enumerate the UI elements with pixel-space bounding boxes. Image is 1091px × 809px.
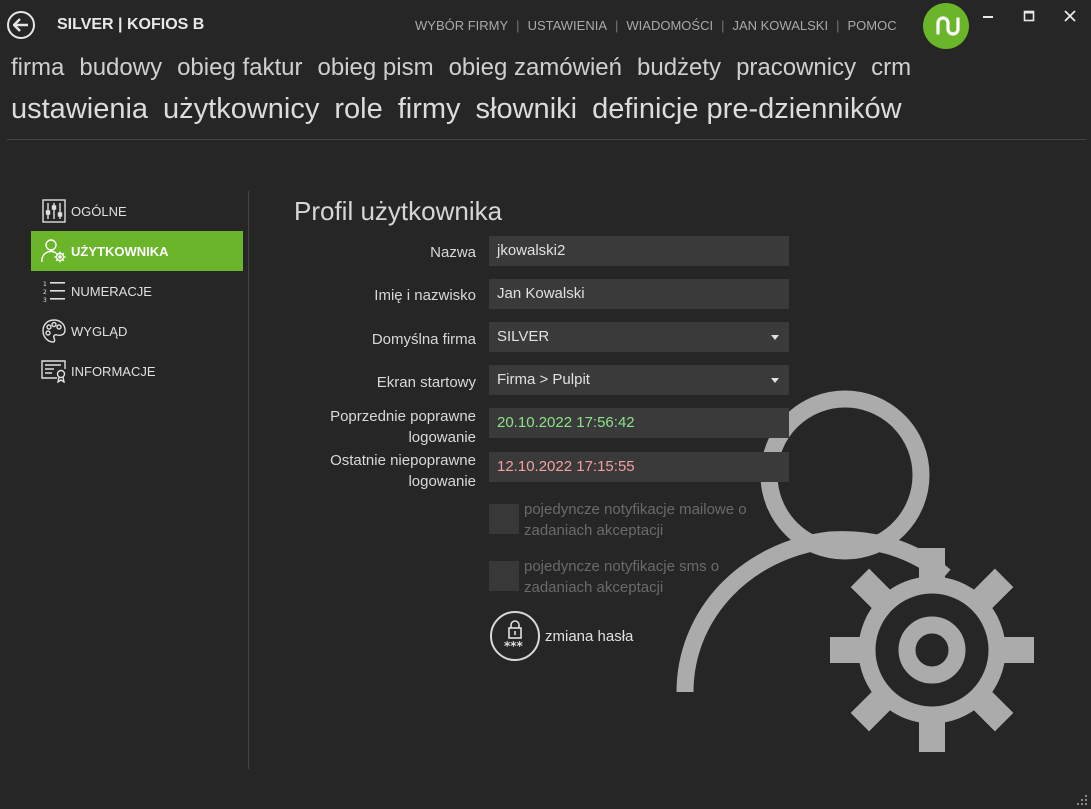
change-password-button[interactable]: ***: [490, 611, 540, 661]
app-title: SILVER | KOFIOS B: [57, 16, 205, 33]
menu-separator: |: [516, 18, 520, 33]
back-button[interactable]: [7, 11, 35, 39]
sidebar-item-informacje[interactable]: INFORMACJE: [31, 351, 243, 391]
default-company-select[interactable]: SILVER: [489, 322, 789, 352]
module-tabs: firma budowy obieg faktur obieg pism obi…: [11, 54, 910, 82]
mail-notification-line2: zadaniach akceptacji: [524, 522, 664, 539]
resize-grip-icon[interactable]: [1074, 792, 1088, 806]
svg-text:***: ***: [504, 639, 524, 653]
numbered-list-icon: 1 2 3: [41, 278, 67, 304]
sidebar-item-numeracje[interactable]: 1 2 3 NUMERACJE: [31, 271, 243, 311]
default-company-value: SILVER: [497, 328, 550, 345]
certificate-icon: [41, 358, 67, 384]
last-fail-label: Ostatnie niepoprawne logowanie: [330, 450, 476, 492]
tab-slowniki[interactable]: słowniki: [476, 93, 578, 126]
prev-login-label-line1: Poprzednie poprawne: [330, 408, 476, 425]
close-button[interactable]: [1058, 6, 1082, 26]
last-fail-label-line1: Ostatnie niepoprawne: [330, 452, 476, 469]
prev-login-label-line2: logowanie: [408, 429, 476, 446]
sms-notification-line1: pojedyncze notyfikacje sms o: [524, 558, 720, 575]
menu-wybor-firmy[interactable]: WYBÓR FIRMY: [415, 18, 508, 33]
tab-ustawienia[interactable]: ustawienia: [11, 93, 148, 126]
close-icon: [1064, 10, 1076, 22]
fullname-field[interactable]: Jan Kowalski: [489, 279, 789, 309]
default-company-label: Domyślna firma: [371, 331, 476, 348]
header-divider: [7, 139, 1086, 140]
name-field[interactable]: jkowalski2: [489, 236, 789, 266]
sidebar-item-wyglad[interactable]: WYGLĄD: [31, 311, 243, 351]
last-fail-value: 12.10.2022 17:15:55: [489, 452, 789, 482]
lock-password-icon: ***: [504, 620, 524, 653]
prev-login-value: 20.10.2022 17:56:42: [489, 408, 789, 438]
sms-notification-checkbox[interactable]: [489, 561, 519, 591]
svg-text:2: 2: [43, 289, 47, 296]
mail-notification-label: pojedyncze notyfikacje mailowe o zadania…: [524, 499, 747, 541]
sms-notification-label: pojedyncze notyfikacje sms o zadaniach a…: [524, 556, 719, 598]
chevron-down-icon: [771, 335, 779, 340]
tab-uzytkownicy[interactable]: użytkownicy: [163, 93, 319, 126]
sidebar-item-uzytkownika[interactable]: UŻYTKOWNIKA: [31, 231, 243, 271]
menu-ustawienia[interactable]: USTAWIENIA: [528, 18, 607, 33]
module-budowy[interactable]: budowy: [79, 54, 162, 82]
module-obieg-zamowien[interactable]: obieg zamówień: [449, 54, 622, 82]
user-gear-icon: [41, 238, 67, 264]
module-obieg-pism[interactable]: obieg pism: [318, 54, 434, 82]
mail-notification-checkbox[interactable]: [489, 504, 519, 534]
logo-icon: [936, 16, 960, 36]
menu-separator: |: [836, 18, 840, 33]
svg-text:3: 3: [43, 297, 47, 303]
sliders-icon: [41, 198, 67, 224]
minimize-button[interactable]: [976, 6, 1000, 26]
start-screen-select[interactable]: Firma > Pulpit: [489, 365, 789, 395]
prev-login-label: Poprzednie poprawne logowanie: [330, 406, 476, 448]
chevron-down-icon: [771, 378, 779, 383]
start-screen-label: Ekran startowy: [376, 374, 476, 391]
mail-notification-line1: pojedyncze notyfikacje mailowe o: [524, 501, 747, 518]
sms-notification-line2: zadaniach akceptacji: [524, 579, 664, 596]
page-title: Profil użytkownika: [294, 196, 503, 226]
start-screen-value: Firma > Pulpit: [497, 371, 590, 388]
sidebar-item-label: OGÓLNE: [71, 203, 127, 219]
maximize-button[interactable]: [1017, 6, 1041, 26]
menu-separator: |: [721, 18, 725, 33]
maximize-icon: [1023, 10, 1035, 22]
module-budzety[interactable]: budżety: [637, 54, 721, 82]
sidebar-item-label: NUMERACJE: [71, 283, 152, 299]
menu-user[interactable]: JAN KOWALSKI: [732, 18, 828, 33]
module-obieg-faktur[interactable]: obieg faktur: [177, 54, 302, 82]
last-fail-label-line2: logowanie: [408, 473, 476, 490]
sub-tabs: ustawienia użytkownicy role firmy słowni…: [11, 93, 910, 126]
sidebar-item-label: WYGLĄD: [71, 323, 128, 339]
svg-text:1: 1: [43, 281, 47, 288]
sidebar-item-ogolne[interactable]: OGÓLNE: [31, 191, 243, 231]
menu-pomoc[interactable]: POMOC: [847, 18, 896, 33]
tab-role[interactable]: role: [334, 93, 382, 126]
minimize-icon: [983, 16, 993, 18]
name-label: Nazwa: [430, 244, 476, 261]
sidebar-item-label: UŻYTKOWNIKA: [71, 243, 169, 259]
top-menu: WYBÓR FIRMY | USTAWIENIA | WIADOMOŚCI | JAN…: [415, 18, 897, 33]
change-password-label[interactable]: zmiana hasła: [545, 628, 633, 645]
sidebar-divider: [248, 191, 249, 769]
tab-definicje-pre-dziennikow[interactable]: definicje pre-dzienników: [592, 93, 902, 126]
tab-firmy[interactable]: firmy: [398, 93, 461, 126]
sidebar-item-label: INFORMACJE: [71, 363, 156, 379]
settings-sidebar: OGÓLNE UŻYTKOWNIKA 1 2 3 NUMERACJE WYGLĄ…: [31, 191, 243, 391]
arrow-left-icon: [13, 18, 28, 32]
menu-wiadomosci[interactable]: WIADOMOŚCI: [626, 18, 713, 33]
fullname-label: Imię i nazwisko: [374, 287, 476, 304]
palette-icon: [41, 318, 67, 344]
module-crm[interactable]: crm: [871, 54, 910, 82]
app-logo[interactable]: [923, 3, 969, 49]
module-firma[interactable]: firma: [11, 54, 64, 82]
menu-separator: |: [615, 18, 619, 33]
module-pracownicy[interactable]: pracownicy: [736, 54, 856, 82]
